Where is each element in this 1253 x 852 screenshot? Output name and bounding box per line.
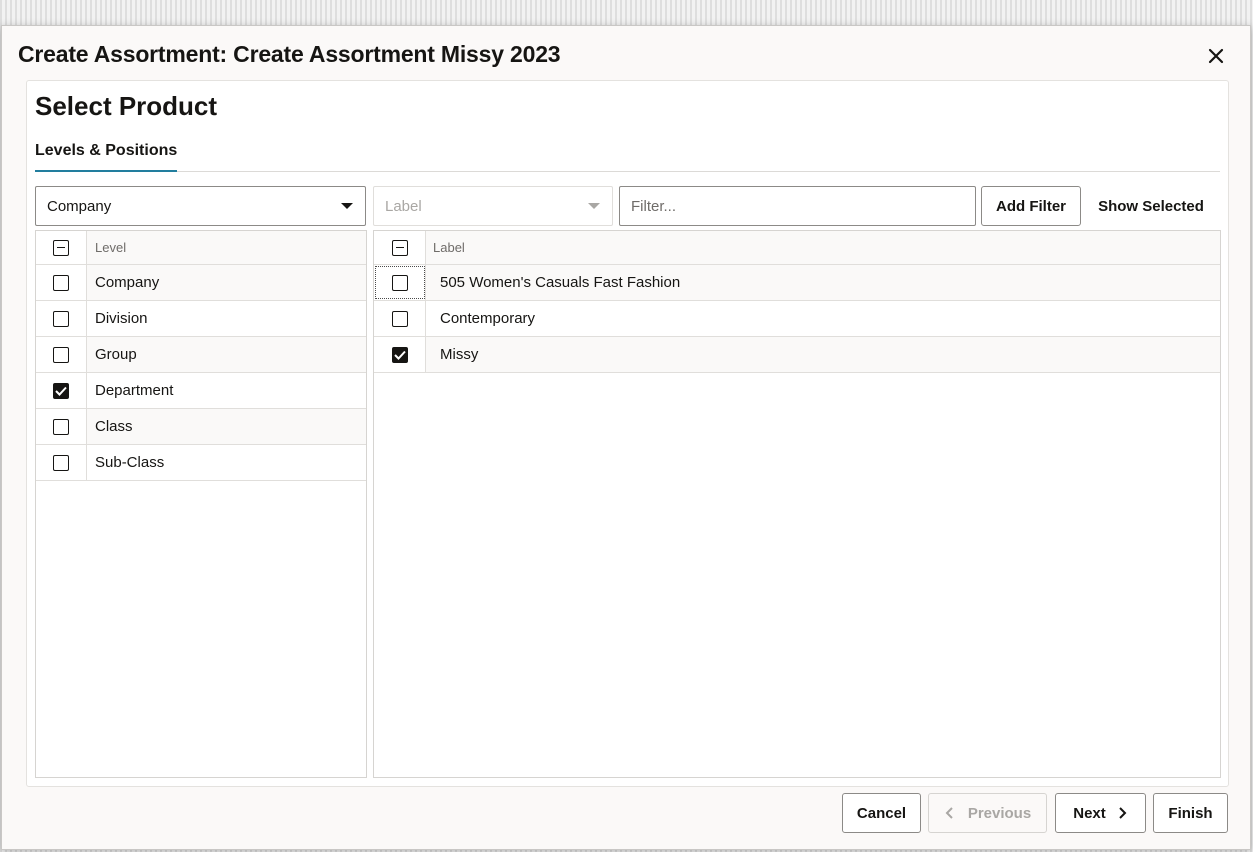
position-row-checkbox[interactable]	[391, 274, 408, 291]
filter-placeholder: Filter...	[631, 197, 677, 215]
panel-title: Select Product	[35, 91, 218, 121]
label-select-placeholder: Label	[385, 197, 422, 215]
next-button[interactable]: Next	[1055, 793, 1146, 833]
table-row[interactable]: Sub-Class	[36, 445, 366, 481]
position-row-label: Missy	[426, 337, 1220, 372]
positions-grid-header: Label	[374, 231, 1220, 265]
previous-label: Previous	[967, 804, 1032, 822]
select-all-levels-checkbox[interactable]	[53, 239, 69, 256]
levels-grid: Level Company Division Group Department Clas…	[35, 230, 367, 778]
level-row-checkbox[interactable]	[53, 454, 69, 471]
level-row-checkbox[interactable]	[53, 382, 69, 399]
select-all-positions-checkbox[interactable]	[391, 239, 408, 256]
level-row-label: Department	[87, 373, 366, 408]
level-row-checkbox[interactable]	[53, 418, 69, 435]
table-row[interactable]: Group	[36, 337, 366, 373]
level-row-checkbox[interactable]	[53, 274, 69, 291]
table-row[interactable]: Division	[36, 301, 366, 337]
position-row-checkbox[interactable]	[391, 346, 408, 363]
create-assortment-dialog: Create Assortment: Create Assortment Mis…	[1, 25, 1251, 850]
dialog-title: Create Assortment: Create Assortment Mis…	[18, 41, 561, 67]
close-icon	[1208, 48, 1224, 64]
table-row[interactable]: Contemporary	[374, 301, 1220, 337]
next-label: Next	[1073, 804, 1106, 822]
level-row-label: Sub-Class	[87, 445, 366, 480]
table-row[interactable]: Company	[36, 265, 366, 301]
chevron-down-icon	[341, 203, 353, 209]
checkmark-icon	[55, 386, 67, 396]
checkmark-icon	[393, 350, 406, 360]
label-select[interactable]: Label	[373, 186, 613, 226]
chevron-down-icon	[588, 203, 600, 209]
level-column-header: Level	[87, 231, 366, 264]
close-button[interactable]	[1202, 42, 1230, 70]
finish-button[interactable]: Finish	[1153, 793, 1228, 833]
table-row[interactable]: Class	[36, 409, 366, 445]
label-column-header: Label	[426, 231, 1220, 264]
table-row[interactable]: Missy	[374, 337, 1220, 373]
level-row-checkbox[interactable]	[53, 346, 69, 363]
add-filter-button[interactable]: Add Filter	[981, 186, 1081, 226]
show-selected-button[interactable]: Show Selected	[1087, 186, 1215, 226]
level-row-label: Company	[87, 265, 366, 300]
level-select[interactable]: Company	[35, 186, 366, 226]
level-row-checkbox[interactable]	[53, 310, 69, 327]
position-row-label: Contemporary	[426, 301, 1220, 336]
level-row-label: Group	[87, 337, 366, 372]
position-row-label: 505 Women's Casuals Fast Fashion	[426, 265, 1220, 300]
chevron-right-icon	[1119, 807, 1127, 819]
positions-grid: Label 505 Women's Casuals Fast Fashion Co…	[373, 230, 1221, 778]
position-row-checkbox[interactable]	[391, 310, 408, 327]
filter-input[interactable]: Filter...	[619, 186, 976, 226]
table-row[interactable]: Department	[36, 373, 366, 409]
cancel-button[interactable]: Cancel	[842, 793, 921, 833]
previous-button[interactable]: Previous	[928, 793, 1047, 833]
level-row-label: Division	[87, 301, 366, 336]
tab-levels-positions[interactable]: Levels & Positions	[35, 139, 178, 172]
level-row-label: Class	[87, 409, 366, 444]
levels-grid-header: Level	[36, 231, 366, 265]
table-row[interactable]: 505 Women's Casuals Fast Fashion	[374, 265, 1220, 301]
select-product-panel: Select Product Levels & Positions Compan…	[26, 80, 1229, 787]
tab-bar: Levels & Positions	[35, 139, 1220, 172]
level-select-value: Company	[47, 197, 112, 215]
chevron-left-icon	[945, 807, 953, 819]
